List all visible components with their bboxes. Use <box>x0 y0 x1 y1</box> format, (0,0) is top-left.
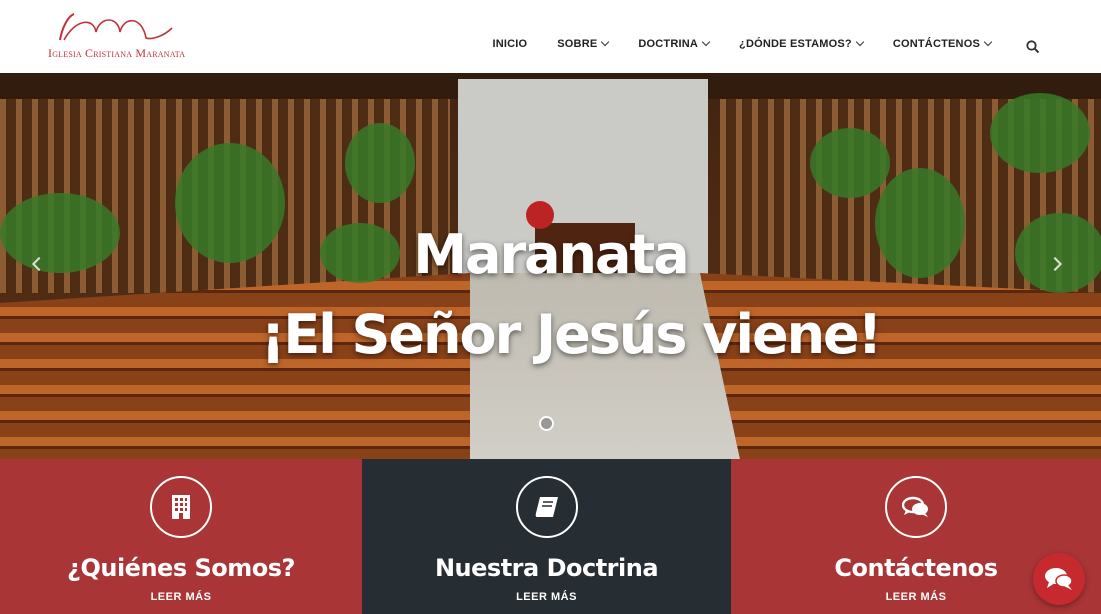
chevron-down-icon <box>983 37 993 47</box>
chevron-down-icon <box>601 37 610 47</box>
book-icon <box>515 476 578 538</box>
nav-item-donde-estamos[interactable]: ¿DÓNDE ESTAMOS? <box>739 37 865 50</box>
panel-quienes-somos[interactable]: ¿Quiénes Somos? LEER MÁS <box>0 459 362 614</box>
chat-bubbles-icon <box>885 476 947 538</box>
nav-item-doctrina[interactable]: DOCTRINA <box>638 37 711 50</box>
panel-title: Nuestra Doctrina <box>434 554 659 582</box>
chevron-down-icon <box>701 37 711 47</box>
chevron-down-icon <box>855 37 865 47</box>
nav-item-contactenos[interactable]: CONTÁCTENOS <box>893 37 993 50</box>
site-header: Iglesia Cristiana Maranata INICIO SOBRE … <box>0 0 1101 73</box>
chat-widget-button[interactable] <box>1033 553 1085 605</box>
panel-title: ¿Quiénes Somos? <box>67 554 295 582</box>
feature-panels: ¿Quiénes Somos? LEER MÁS Nuestra Doctrin… <box>0 459 1101 614</box>
search-icon[interactable] <box>1026 40 1040 54</box>
hero-slider: Maranata ¡El Señor Jesús viene! <box>0 73 1101 459</box>
hero-subtitle: ¡El Señor Jesús viene! <box>260 303 883 366</box>
site-logo[interactable]: Iglesia Cristiana Maranata <box>46 10 216 62</box>
read-more-link[interactable]: LEER MÁS <box>0 591 362 603</box>
chat-icon <box>1045 568 1073 590</box>
hero-title: Maranata <box>413 223 689 286</box>
logo-mark <box>59 13 173 41</box>
main-nav: INICIO SOBRE DOCTRINA ¿DÓNDE ESTAMOS? CO… <box>462 37 993 50</box>
nav-item-sobre[interactable]: SOBRE <box>557 37 610 50</box>
panel-nuestra-doctrina[interactable]: Nuestra Doctrina LEER MÁS <box>362 459 731 614</box>
nav-item-inicio[interactable]: INICIO <box>492 38 527 50</box>
slider-dot[interactable] <box>539 416 554 431</box>
building-icon <box>150 476 212 538</box>
read-more-link[interactable]: LEER MÁS <box>362 591 731 603</box>
logo-text: Iglesia Cristiana Maranata <box>48 46 186 60</box>
